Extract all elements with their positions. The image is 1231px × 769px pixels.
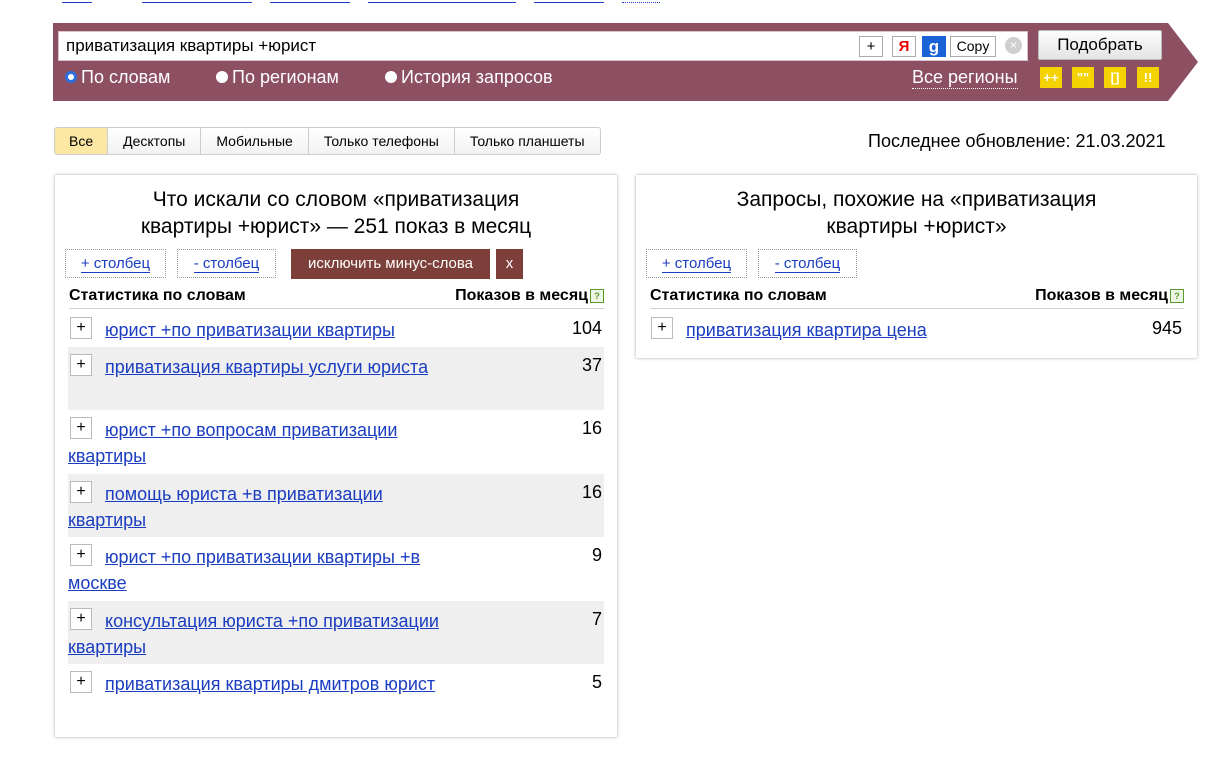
phrase-link[interactable]: приватизация квартиры дмитров юрист xyxy=(68,671,440,697)
tab-tablets-only[interactable]: Только планшеты xyxy=(454,128,600,154)
phrase-link[interactable]: консультация юриста +по приватизации ква… xyxy=(68,608,440,660)
copy-button[interactable]: Copy xyxy=(950,36,996,57)
phrase-link[interactable]: юрист +по вопросам приватизации квартиры xyxy=(68,417,440,469)
panel-title-line: Запросы, похожие на «приватизация xyxy=(736,188,1097,211)
shows-value: 16 xyxy=(581,418,602,438)
table-row: юрист +по приватизации квартиры + 104 xyxy=(68,310,604,347)
search-banner-arrow xyxy=(1168,23,1198,101)
radio-by-regions[interactable]: По регионам xyxy=(216,66,339,88)
radio-label: По регионам xyxy=(232,67,339,87)
top-nav-link[interactable] xyxy=(622,0,660,3)
add-phrase-button[interactable]: + xyxy=(70,354,92,376)
column-shows-label: Показов в месяц xyxy=(455,287,588,304)
help-icon[interactable]: ? xyxy=(590,289,604,303)
phrase-link[interactable]: юрист +по приватизации квартиры +в москв… xyxy=(68,544,440,596)
top-nav-cutoff xyxy=(62,0,662,4)
add-phrase-button[interactable]: + xyxy=(70,481,92,503)
table-row: консультация юриста +по приватизации ква… xyxy=(68,601,604,664)
tab-desktops[interactable]: Десктопы xyxy=(108,128,202,154)
table-row: юрист +по вопросам приватизации квартиры… xyxy=(68,410,604,474)
remove-column-button[interactable]: - столбец xyxy=(177,249,276,278)
add-phrase-button[interactable]: + xyxy=(651,317,673,339)
phrase-link[interactable]: приватизация квартиры услуги юриста xyxy=(68,354,440,380)
tab-phones-only[interactable]: Только телефоны xyxy=(308,128,455,154)
operator-brackets-button[interactable]: [] xyxy=(1104,67,1126,88)
radio-icon xyxy=(216,71,228,83)
radio-label: По словам xyxy=(81,67,171,87)
shows-value: 16 xyxy=(581,482,602,502)
title-text: показ в месяц xyxy=(388,215,532,238)
shows-value: 945 xyxy=(1151,318,1182,338)
table-row: приватизация квартиры услуги юриста + 37 xyxy=(68,347,604,410)
add-phrase-button[interactable]: + xyxy=(70,544,92,566)
add-column-label: + столбец xyxy=(661,255,732,273)
operator-plus-button[interactable]: ++ xyxy=(1040,67,1062,88)
top-nav-link[interactable] xyxy=(62,0,92,3)
remove-column-button[interactable]: - столбец xyxy=(758,249,857,278)
help-icon[interactable]: ? xyxy=(1170,289,1184,303)
phrase-link[interactable]: приватизация квартира цена xyxy=(649,317,1021,343)
device-tabs: Все Десктопы Мобильные Только телефоны Т… xyxy=(54,127,601,155)
table-header: Статистика по словам Показов в месяц? xyxy=(69,286,604,309)
exclude-minus-words-button[interactable]: исключить минус-слова xyxy=(291,249,490,279)
column-shows-label: Показов в месяц xyxy=(1035,287,1168,304)
panel-title-line: квартиры +юрист» — 251 показ в месяц xyxy=(55,213,617,240)
regions-link[interactable]: Все регионы xyxy=(912,66,1018,89)
panel-title: Запросы, похожие на «приватизация кварти… xyxy=(636,186,1197,240)
shows-value: 37 xyxy=(581,355,602,375)
top-nav-link[interactable] xyxy=(534,0,604,3)
plus-tool-button[interactable]: + xyxy=(859,36,883,57)
add-column-button[interactable]: + столбец xyxy=(646,249,747,278)
table-row: помощь юриста +в приватизации квартиры +… xyxy=(68,474,604,537)
shows-value: 104 xyxy=(571,318,602,338)
last-update-text: Последнее обновление: 21.03.2021 xyxy=(868,131,1166,151)
close-button[interactable]: x xyxy=(496,249,523,279)
title-text: квартиры +юрист» — xyxy=(140,215,354,238)
shows-value: 5 xyxy=(591,672,602,692)
table-row: юрист +по приватизации квартиры +в москв… xyxy=(68,537,604,601)
table-header: Статистика по словам Показов в месяц? xyxy=(650,286,1184,309)
operator-exclamation-button[interactable]: !! xyxy=(1137,67,1159,88)
similar-queries-panel: Запросы, похожие на «приватизация кварти… xyxy=(636,175,1197,358)
shows-value: 9 xyxy=(591,545,602,565)
phrase-link[interactable]: помощь юриста +в приватизации квартиры xyxy=(68,481,440,533)
panel-title-line: Что искали со словом «приватизация xyxy=(152,188,520,211)
column-shows: Показов в месяц? xyxy=(1035,286,1184,306)
top-nav-link[interactable] xyxy=(142,0,252,3)
radio-label: История запросов xyxy=(401,67,553,87)
clear-icon[interactable]: × xyxy=(1005,37,1022,54)
table-row: приватизация квартира цена + 945 xyxy=(649,310,1185,347)
shows-count: 251 xyxy=(353,215,389,238)
remove-column-label: - столбец xyxy=(774,255,841,273)
add-column-button[interactable]: + столбец xyxy=(65,249,166,278)
top-nav-link[interactable] xyxy=(270,0,350,3)
top-nav-link[interactable] xyxy=(368,0,516,3)
add-phrase-button[interactable]: + xyxy=(70,608,92,630)
words-stats-panel: Что искали со словом «приватизация кварт… xyxy=(55,175,617,737)
google-icon[interactable]: g xyxy=(922,36,946,57)
column-words: Статистика по словам xyxy=(650,287,827,304)
add-phrase-button[interactable]: + xyxy=(70,417,92,439)
add-phrase-button[interactable]: + xyxy=(70,317,92,339)
column-shows: Показов в месяц? xyxy=(455,286,604,306)
submit-button[interactable]: Подобрать xyxy=(1038,30,1162,60)
radio-query-history[interactable]: История запросов xyxy=(385,66,553,88)
yandex-icon[interactable]: Я xyxy=(892,36,916,57)
operator-quotes-button[interactable]: "" xyxy=(1072,67,1094,88)
panel-title-line: квартиры +юрист» xyxy=(826,215,1007,238)
radio-selected-icon xyxy=(65,71,77,83)
panel-title: Что искали со словом «приватизация кварт… xyxy=(55,186,617,240)
add-column-label: + столбец xyxy=(80,255,151,273)
table-row: приватизация квартиры дмитров юрист + 5 xyxy=(68,664,604,728)
radio-by-words[interactable]: По словам xyxy=(65,66,170,88)
add-phrase-button[interactable]: + xyxy=(70,671,92,693)
column-words: Статистика по словам xyxy=(69,287,246,304)
remove-column-label: - столбец xyxy=(193,255,260,273)
tab-mobile[interactable]: Мобильные xyxy=(201,128,309,154)
tab-all[interactable]: Все xyxy=(55,128,109,154)
radio-icon xyxy=(385,71,397,83)
shows-value: 7 xyxy=(591,609,602,629)
phrase-link[interactable]: юрист +по приватизации квартиры xyxy=(68,317,440,343)
